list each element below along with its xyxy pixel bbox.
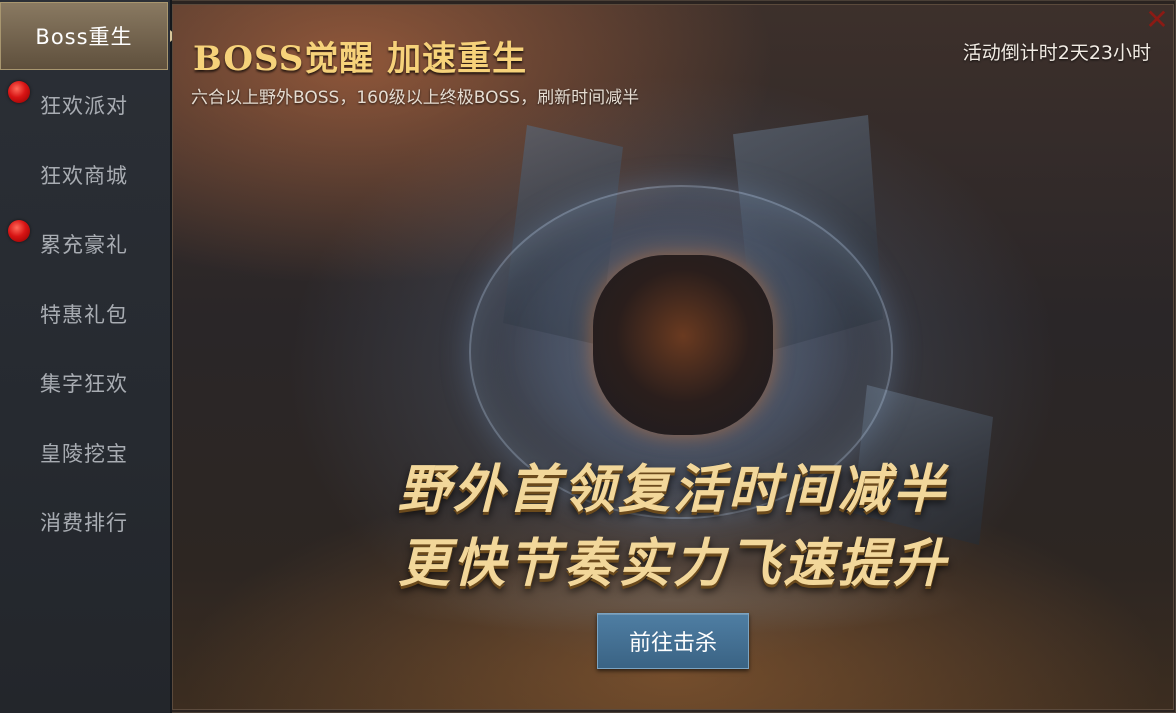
notification-dot-icon xyxy=(8,220,30,242)
activity-window: Boss重生 狂欢派对 狂欢商城 累充豪礼 特惠礼包 集字狂欢 皇陵挖宝 消费排… xyxy=(0,0,1176,713)
banner-slogan-line1: 野外首领复活时间减半 xyxy=(397,460,948,520)
sidebar-item-spending-rank[interactable]: 消费排行 xyxy=(0,488,168,556)
banner-boss-art xyxy=(593,255,773,435)
go-kill-button-label: 前往击杀 xyxy=(628,631,717,656)
sidebar-item-recharge-gifts[interactable]: 累充豪礼 xyxy=(0,210,168,278)
banner-slogan-line2: 更快节奏实力飞速提升 xyxy=(397,534,948,594)
event-countdown: 活动倒计时2天23小时 xyxy=(962,42,1151,64)
sidebar-item-label: 狂欢商城 xyxy=(40,164,128,188)
banner-title: BOSS觉醒 加速重生 xyxy=(193,39,528,79)
sidebar-item-carnival-shop[interactable]: 狂欢商城 xyxy=(0,141,168,209)
sidebar-item-carnival-party[interactable]: 狂欢派对 xyxy=(0,71,168,139)
activity-sidebar: Boss重生 狂欢派对 狂欢商城 累充豪礼 特惠礼包 集字狂欢 皇陵挖宝 消费排… xyxy=(0,0,177,713)
sidebar-item-label: 狂欢派对 xyxy=(40,94,128,118)
banner-subtitle: 六合以上野外BOSS，160级以上终极BOSS，刷新时间减半 xyxy=(191,88,640,108)
sidebar-item-special-packs[interactable]: 特惠礼包 xyxy=(0,280,168,348)
sidebar-item-label: 集字狂欢 xyxy=(40,372,128,396)
sidebar-item-label: 累充豪礼 xyxy=(40,233,128,257)
sidebar-item-label: Boss重生 xyxy=(35,25,133,49)
sidebar-item-boss-rebirth[interactable]: Boss重生 xyxy=(0,2,177,70)
go-kill-button[interactable]: 前往击杀 xyxy=(597,613,749,669)
close-icon[interactable]: ✕ xyxy=(1143,6,1171,35)
boss-rebirth-banner: BOSS觉醒 加速重生 六合以上野外BOSS，160级以上终极BOSS，刷新时间… xyxy=(172,4,1174,710)
sidebar-item-label: 皇陵挖宝 xyxy=(40,442,128,466)
sidebar-item-word-collect[interactable]: 集字狂欢 xyxy=(0,349,168,417)
sidebar-item-tomb-treasure[interactable]: 皇陵挖宝 xyxy=(0,419,168,487)
sidebar-item-label: 消费排行 xyxy=(40,511,128,535)
sidebar-item-label: 特惠礼包 xyxy=(40,303,128,327)
notification-dot-icon xyxy=(8,81,30,103)
